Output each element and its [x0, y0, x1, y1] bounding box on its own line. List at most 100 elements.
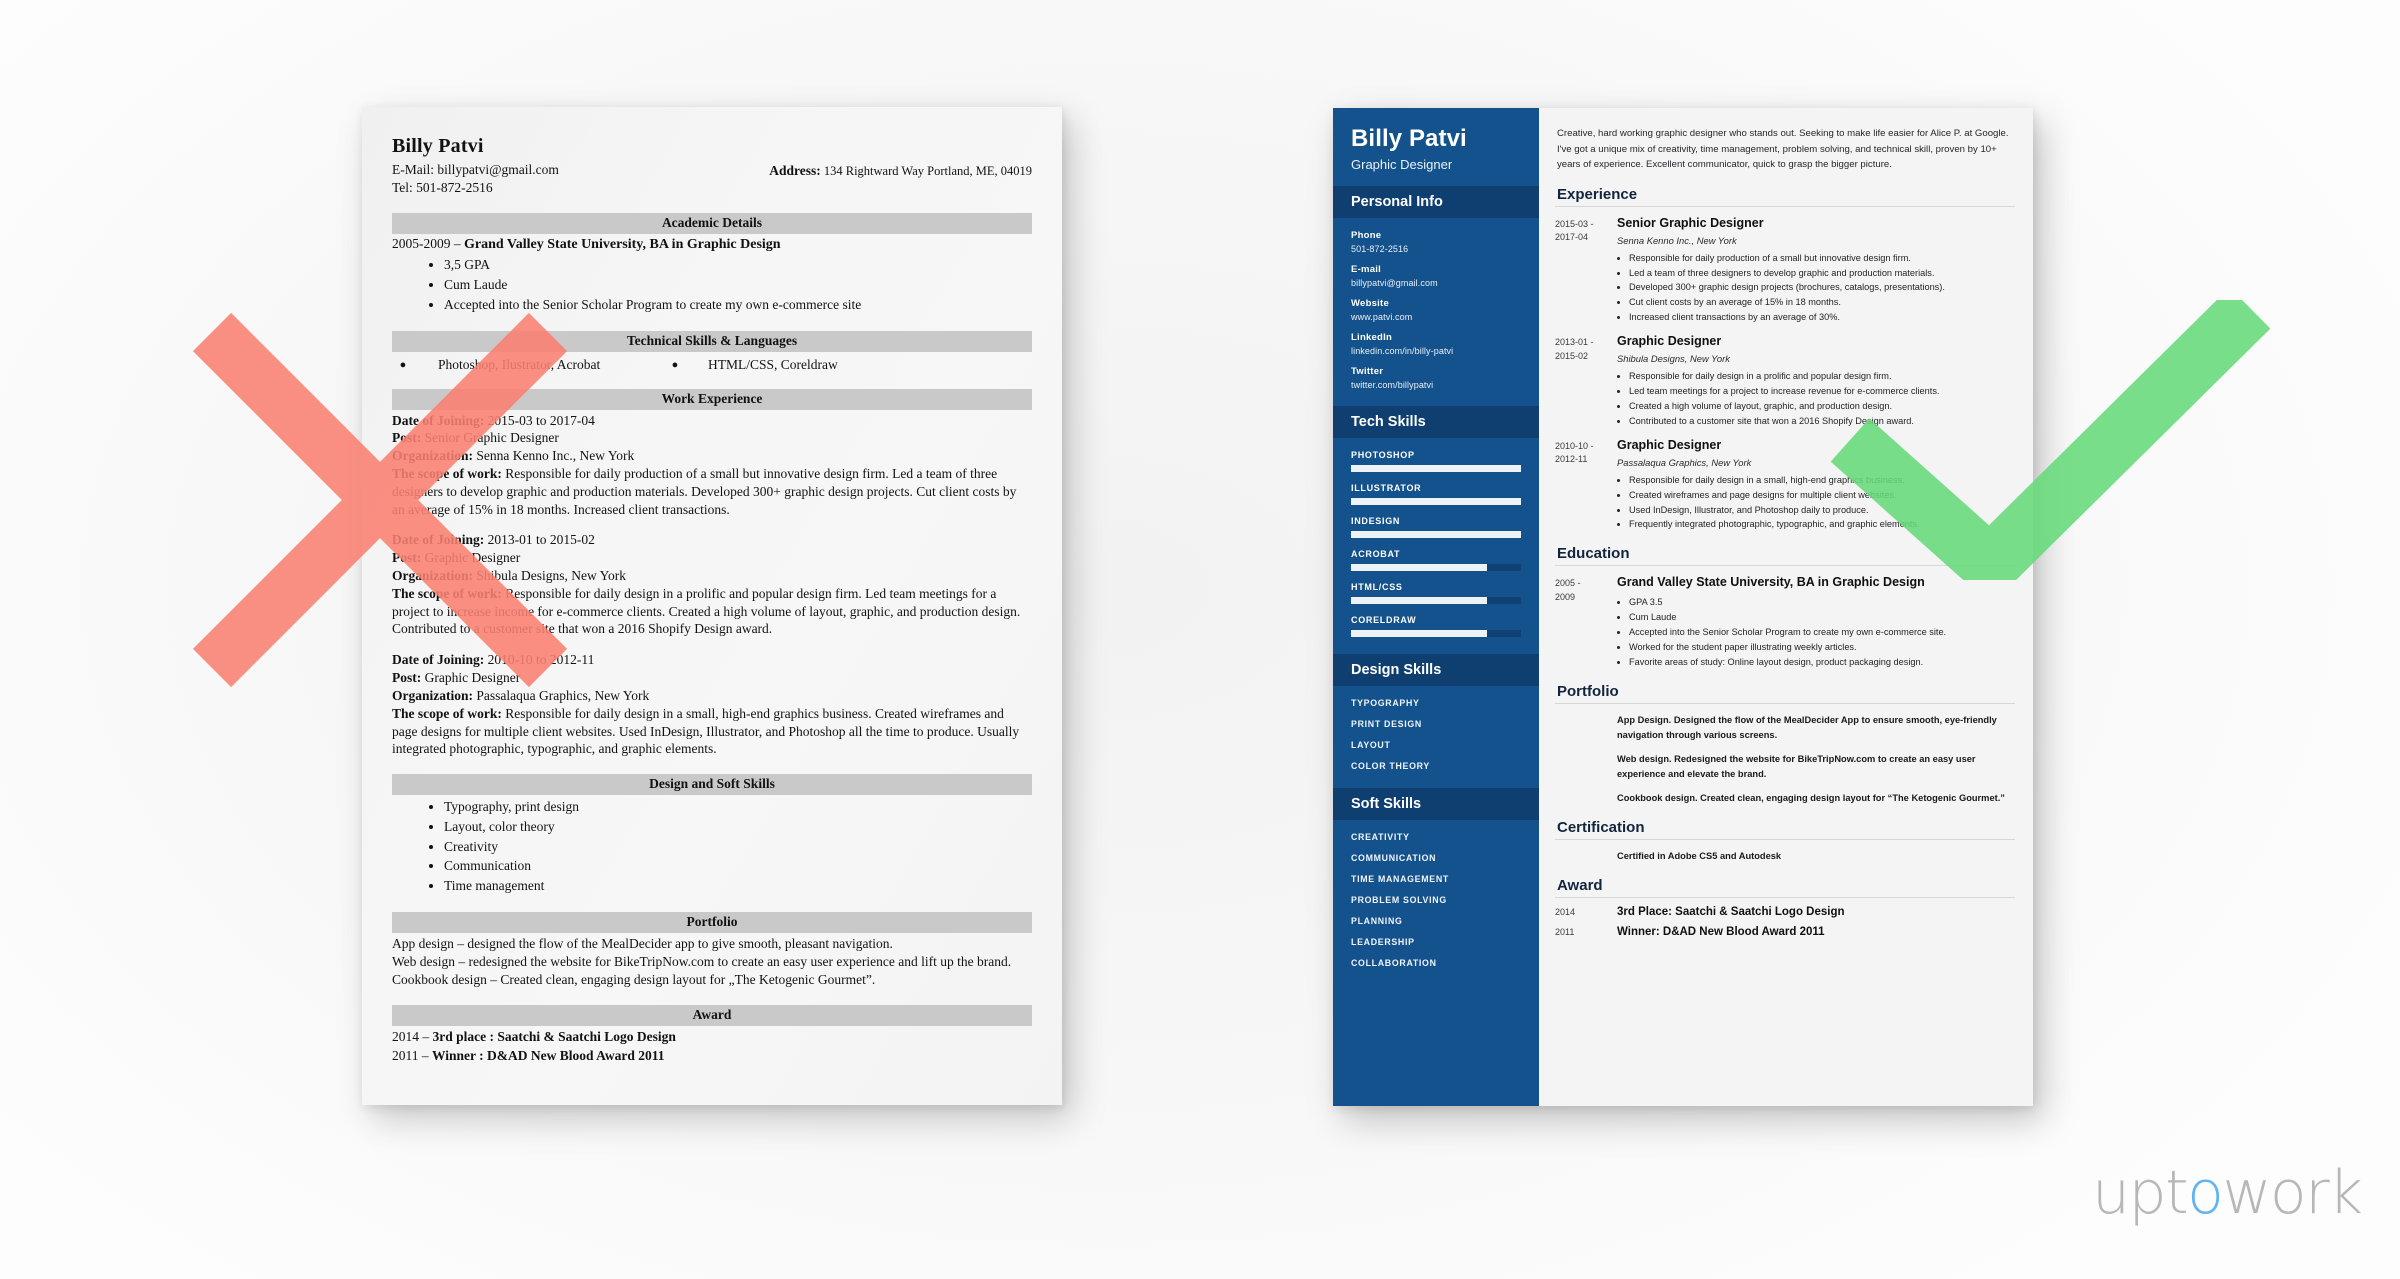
bad-job-post-value: Graphic Designer — [421, 670, 521, 686]
soft-skill-tag: TIME MANAGEMENT — [1351, 874, 1449, 885]
bad-portfolio-line: Cookbook design – Created clean, engagin… — [392, 972, 876, 988]
bad-job-org: Organization: Shibula Designs, New York — [392, 567, 1032, 585]
good-entry-org: Senna Kenno Inc., New York — [1617, 234, 1737, 246]
bad-award-line: 2011 – Winner : D&AD New Blood Award 201… — [392, 1047, 1032, 1065]
list-item: Used InDesign, Illustrator, and Photosho… — [1629, 503, 2015, 518]
bad-technical-col1: Photoshop, Ilustrator, Acrobat — [438, 356, 601, 372]
personal-info-value: linkedin.com/in/billy-patvi — [1351, 346, 1454, 357]
list-item: Responsible for daily production of a sm… — [1629, 251, 2015, 266]
good-experience-entry: 2015-03 -2017-04 Senior Graphic Designer… — [1555, 216, 2015, 326]
personal-info-item: Website www.patvi.com — [1351, 298, 1521, 322]
design-skill-tag: TYPOGRAPHY — [1351, 698, 1420, 709]
good-award-entry: 2014 3rd Place: Saatchi & Saatchi Logo D… — [1555, 906, 2015, 918]
design-skill-tag: LAYOUT — [1351, 740, 1391, 751]
good-portfolio-text: Web design. Redesigned the website for B… — [1617, 754, 1976, 780]
personal-info-item: Twitter twitter.com/billypatvi — [1351, 366, 1521, 390]
skill-progress-fill — [1351, 597, 1487, 605]
bad-section-heading-design-soft: Design and Soft Skills — [392, 774, 1032, 796]
skill-item: PHOTOSHOP — [1351, 450, 1521, 473]
design-skill-tag: PRINT DESIGN — [1351, 719, 1422, 730]
bad-portfolio-line: App design – designed the flow of the Me… — [392, 935, 893, 951]
bad-award-text: 3rd place : Saatchi & Saatchi Logo Desig… — [432, 1029, 676, 1045]
bad-job-date-label: Date of Joining: — [392, 652, 485, 668]
good-entry-role: Senior Graphic Designer — [1617, 215, 1764, 230]
skill-item: CORELDRAW — [1351, 615, 1521, 638]
skill-item: INDESIGN — [1351, 516, 1521, 539]
list-item: Created a high volume of layout, graphic… — [1629, 399, 2015, 414]
skill-progress-fill — [1351, 498, 1521, 506]
bad-job-date-label: Date of Joining: — [392, 412, 485, 428]
bad-job-date: Date of Joining: 2015-03 to 2017-04 — [392, 412, 1032, 430]
good-entry-bullets: Responsible for daily design in a small,… — [1629, 473, 2015, 533]
good-entry-body: Senior Graphic Designer Senna Kenno Inc.… — [1617, 216, 2015, 326]
good-award-year: 2011 — [1555, 927, 1575, 938]
good-portfolio-entry: Cookbook design. Created clean, engaging… — [1555, 791, 2015, 806]
bad-job-scope: The scope of work: Responsible for daily… — [392, 585, 1032, 638]
bad-resume-name: Billy Patvi — [392, 135, 484, 157]
good-section-award: Award 2014 3rd Place: Saatchi & Saatchi … — [1555, 874, 2015, 938]
bad-resume-contact-row: E-Mail: billypatvi@gmail.com Tel: 501-87… — [392, 161, 1032, 197]
bad-job-post: Post: Graphic Designer — [392, 549, 1032, 567]
good-entry-body: Graphic Designer Passalaqua Graphics, Ne… — [1617, 438, 2015, 533]
good-entry-date-spacer — [1555, 713, 1617, 743]
bad-resume-contact-left: E-Mail: billypatvi@gmail.com Tel: 501-87… — [392, 161, 559, 197]
soft-skill-tag: PLANNING — [1351, 916, 1403, 927]
good-portfolio-entry: App Design. Designed the flow of the Mea… — [1555, 713, 2015, 743]
bad-job-post-value: Graphic Designer — [421, 550, 521, 566]
good-entry-date: 2010-10 -2012-11 — [1555, 440, 1594, 465]
bad-job-scope-label: The scope of work: — [392, 585, 502, 601]
list-item: Developed 300+ graphic design projects (… — [1629, 280, 2015, 295]
good-entry-org: Shibula Designs, New York — [1617, 353, 1730, 365]
bad-job-org: Organization: Senna Kenno Inc., New York — [392, 447, 1032, 465]
bad-resume-tel: Tel: 501-872-2516 — [392, 180, 493, 196]
skill-progress-track — [1351, 465, 1521, 473]
list-item: Time management — [444, 876, 1032, 896]
good-experience-entry: 2013-01 -2015-02 Graphic Designer Shibul… — [1555, 334, 2015, 429]
good-entry-role: Graphic Designer — [1617, 437, 1722, 452]
good-certification-entry: Certified in Adobe CS5 and Autodesk — [1555, 849, 2015, 864]
list-item: Cut client costs by an average of 15% in… — [1629, 295, 2015, 310]
list-item: Responsible for daily design in a small,… — [1629, 473, 2015, 488]
list-item: Typography, print design — [444, 797, 1032, 817]
soft-skill-tag: COLLABORATION — [1351, 958, 1437, 969]
logo-accent-letter: o — [2187, 1158, 2224, 1228]
bad-resume-email: E-Mail: billypatvi@gmail.com — [392, 162, 559, 177]
list-item: 3,5 GPA — [444, 255, 1032, 275]
list-item: Creativity — [444, 837, 1032, 857]
personal-info-value: 501-872-2516 — [1351, 244, 1409, 255]
bad-job-scope: The scope of work: Responsible for daily… — [392, 465, 1032, 518]
skill-progress-track — [1351, 498, 1521, 506]
bad-section-heading-work: Work Experience — [392, 388, 1032, 410]
good-entry-body: Graphic Designer Shibula Designs, New Yo… — [1617, 334, 2015, 429]
good-section-heading-education: Education — [1555, 542, 2015, 567]
bad-job-entry: Date of Joining: 2015-03 to 2017-04 Post… — [392, 412, 1032, 519]
bad-job-scope-label: The scope of work: — [392, 465, 502, 481]
sidebar-tech-skills-body: PHOTOSHOP ILLUSTRATOR INDESIGN ACROBAT H… — [1333, 438, 1539, 654]
good-resume-name: Billy Patvi — [1351, 125, 1467, 152]
list-item: Cum Laude — [444, 275, 1032, 295]
skill-label: INDESIGN — [1351, 516, 1401, 527]
bad-job-org-label: Organization: — [392, 687, 473, 703]
skill-label: CORELDRAW — [1351, 615, 1417, 626]
good-entry-bullets: GPA 3.5 Cum Laude Accepted into the Seni… — [1629, 595, 2015, 670]
bad-job-org-value: Passalaqua Graphics, New York — [473, 687, 650, 703]
bad-section-heading-technical: Technical Skills & Languages — [392, 330, 1032, 352]
bad-job-org-value: Shibula Designs, New York — [473, 568, 627, 584]
good-award-entry: 2011 Winner: D&AD New Blood Award 2011 — [1555, 926, 2015, 938]
bad-job-scope-label: The scope of work: — [392, 705, 502, 721]
bad-technical-row: ● Photoshop, Ilustrator, Acrobat ● HTML/… — [392, 357, 1032, 373]
bad-education-school: Grand Valley State University, BA in Gra… — [464, 237, 781, 253]
good-entry-date-spacer — [1555, 791, 1617, 806]
skill-progress-track — [1351, 630, 1521, 638]
skill-item: ILLUSTRATOR — [1351, 483, 1521, 506]
personal-info-label: Phone — [1351, 230, 1382, 242]
good-award-year: 2014 — [1555, 907, 1576, 918]
skill-progress-track — [1351, 564, 1521, 572]
bad-job-date: Date of Joining: 2013-01 to 2015-02 — [392, 531, 1032, 549]
skill-item: ACROBAT — [1351, 549, 1521, 572]
list-item: Favorite areas of study: Online layout d… — [1629, 655, 2015, 670]
good-resume-header: Billy Patvi Graphic Designer — [1333, 108, 1539, 186]
sidebar-design-skills-body: TYPOGRAPHY PRINT DESIGN LAYOUT COLOR THE… — [1333, 686, 1539, 788]
personal-info-label: Website — [1351, 298, 1390, 310]
good-portfolio-text: App Design. Designed the flow of the Mea… — [1617, 714, 1997, 740]
